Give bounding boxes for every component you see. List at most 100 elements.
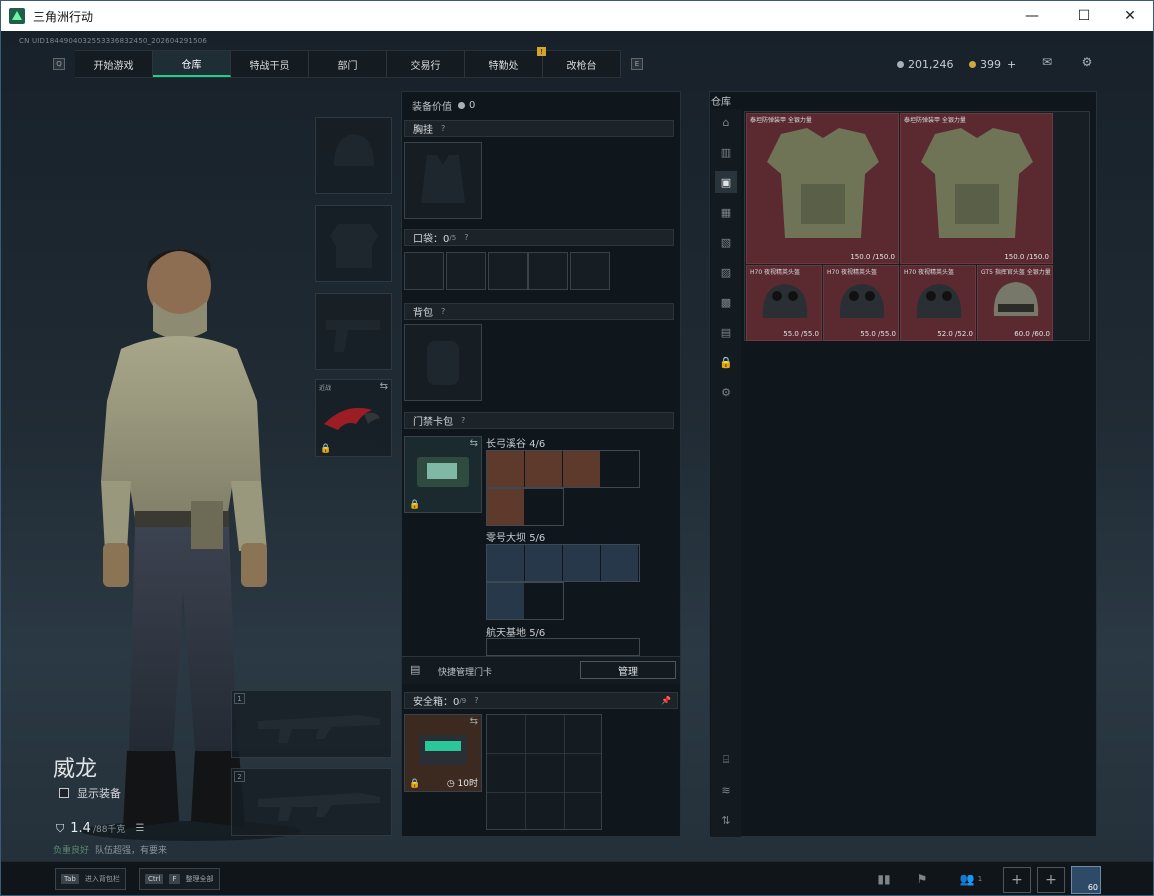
keycard-bag-label: 门禁卡包 [413,417,453,428]
category-settings-icon[interactable]: ⚙ [715,381,737,403]
layers-icon[interactable]: ≋ [715,779,737,801]
storage-extend-icon[interactable]: ⌸ [715,749,737,771]
pocket-label: 口袋：0 [413,234,450,245]
category-locked-icon[interactable]: 🔒 [715,351,737,373]
squad-icon[interactable]: 👥 1 [951,868,991,890]
next-tab-key[interactable]: E [631,58,643,70]
primary-weapon-slot[interactable]: 1 [231,690,392,758]
category-materials-icon[interactable]: ▩ [715,291,737,313]
category-all-icon[interactable]: ⌂ [715,111,737,133]
player-avatar[interactable]: 60 [1071,866,1101,894]
flag-icon[interactable]: ⚑ [909,868,935,890]
keycard-item[interactable] [563,451,600,487]
prev-tab-key[interactable]: Q [53,58,65,70]
manage-button[interactable]: 管理 [580,661,676,679]
sort-all-label: 整理全部 [185,875,214,883]
storage-item[interactable]: GT5 指挥官头盔 全银力量 60.0 /60.0 [977,265,1053,341]
list-icon[interactable]: ☰ [135,823,144,834]
weight-tip: 负重良好 队伍超强，有要来 [53,843,167,856]
tab-4[interactable]: 交易行 [387,51,465,77]
keycard-item[interactable] [487,583,524,619]
category-weapons-icon[interactable]: ▥ [715,141,737,163]
helmet-slot[interactable] [315,117,392,194]
category-misc-icon[interactable]: ▤ [715,321,737,343]
close-button[interactable]: ✕ [1107,1,1153,31]
secondary-weapon-slot[interactable]: 2 [231,768,392,836]
silver-amount: 201,246 [908,58,954,71]
minimize-button[interactable]: — [1009,1,1055,31]
safebox-max: /9 [459,696,467,705]
melee-slot[interactable]: 近战 ⇆ 🔒 [315,379,392,457]
category-medical-icon[interactable]: ▧ [715,231,737,253]
safebox-slot[interactable]: ⇆ 🔒 ◷ 10时 [404,714,482,792]
equipment-value-amount: 0 [469,100,476,111]
pin-icon[interactable]: 📌 [661,696,671,705]
weapon-slot-index: 1 [234,693,245,704]
keycard-item[interactable] [487,545,524,581]
gold-add[interactable]: + [1007,58,1016,71]
keycard-item[interactable] [487,451,524,487]
helmet-icon [839,284,885,318]
backpack-slot[interactable] [404,324,482,401]
help-icon[interactable]: ? [464,233,468,242]
pocket-slot[interactable] [404,252,444,290]
swap-icon[interactable]: ⇆ [380,381,388,392]
pocket-slot[interactable] [488,252,528,290]
keycard-item[interactable] [525,451,562,487]
storage-title: 仓库 [711,97,731,108]
keycard-item[interactable] [487,489,524,525]
gold-currency[interactable]: 399 + [969,58,1016,71]
show-gear-checkbox[interactable] [59,788,69,798]
category-ammo-icon[interactable]: ▦ [715,201,737,223]
body-armor-icon [921,128,1033,238]
item-durability: 52.0 /52.0 [937,330,973,338]
stats-icon[interactable]: ▮▮ [871,868,897,890]
window-titlebar: 三角洲行动 — ☐ ✕ [1,1,1153,31]
vest-silhouette-icon [421,155,465,203]
category-gear-icon[interactable]: ▣ [715,171,737,193]
armor-slot[interactable] [315,205,392,282]
storage-item[interactable]: 泰坦防弹装甲 全银力量 150.0 /150.0 [900,113,1053,264]
help-icon[interactable]: ? [474,696,478,705]
pocket-slot[interactable] [446,252,486,290]
storage-grid[interactable]: 泰坦防弹装甲 全银力量 150.0 /150.0 泰坦防弹装甲 全银力量 150… [744,111,1090,341]
enter-backpack-hint[interactable]: Tab 进入背包栏 [55,868,126,890]
tab-1[interactable]: 仓库 [153,51,231,77]
help-icon[interactable]: ? [441,124,445,133]
category-keys-icon[interactable]: ▨ [715,261,737,283]
swap-icon[interactable]: ⇆ [470,716,478,727]
swap-icon[interactable]: ⇆ [470,438,478,449]
invite-slot-button[interactable]: + [1003,867,1031,893]
invite-slot-button[interactable]: + [1037,867,1065,893]
rifle-silhouette-icon [258,715,380,743]
tab-0[interactable]: 开始游戏 [75,51,153,77]
item-name: H70 夜视精英头盔 [904,269,955,276]
pocket-slot[interactable] [570,252,610,290]
show-gear-toggle[interactable]: 显示装备 [59,785,121,801]
helmet-icon [762,284,808,318]
tab-5[interactable]: 特勤处 [465,51,543,77]
keycard-item[interactable] [563,545,600,581]
storage-item[interactable]: H70 夜视精英头盔 55.0 /55.0 [746,265,822,341]
tab-6[interactable]: 改枪台 [543,51,621,77]
keycard-item[interactable] [601,545,638,581]
storage-item[interactable]: 泰坦防弹装甲 全银力量 150.0 /150.0 [746,113,899,264]
help-icon[interactable]: ? [441,307,445,316]
keycard-case-slot[interactable]: ⇆ 🔒 [404,436,482,513]
storage-item[interactable]: H70 夜视精英头盔 52.0 /52.0 [900,265,976,341]
help-icon[interactable]: ? [461,416,465,425]
safebox-grid[interactable] [486,714,602,830]
chest-rig-slot[interactable] [404,142,482,219]
storage-item[interactable]: H70 夜视精英头盔 55.0 /55.0 [823,265,899,341]
pocket-slot[interactable] [528,252,568,290]
keycard-item[interactable] [525,545,562,581]
mail-icon[interactable]: ✉ [1039,55,1055,69]
sort-icon[interactable]: ⇅ [715,809,737,831]
tab-2[interactable]: 特战干员 [231,51,309,77]
pistol-slot[interactable] [315,293,392,370]
sort-all-hint[interactable]: Ctrl F 整理全部 [139,868,220,890]
settings-gear-icon[interactable]: ⚙ [1079,55,1095,69]
pocket-header: 口袋：0/5? [404,229,674,246]
tab-3[interactable]: 部门 [309,51,387,77]
maximize-button[interactable]: ☐ [1061,1,1107,31]
